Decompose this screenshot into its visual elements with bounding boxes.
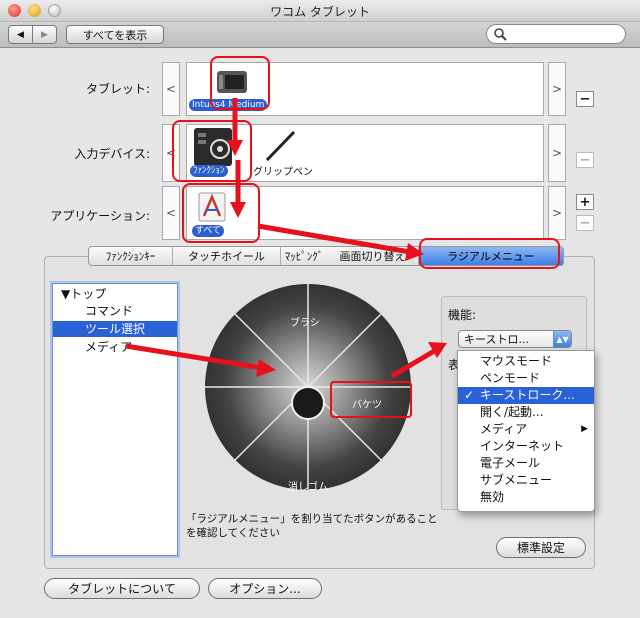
annotation-arrows bbox=[125, 98, 447, 379]
